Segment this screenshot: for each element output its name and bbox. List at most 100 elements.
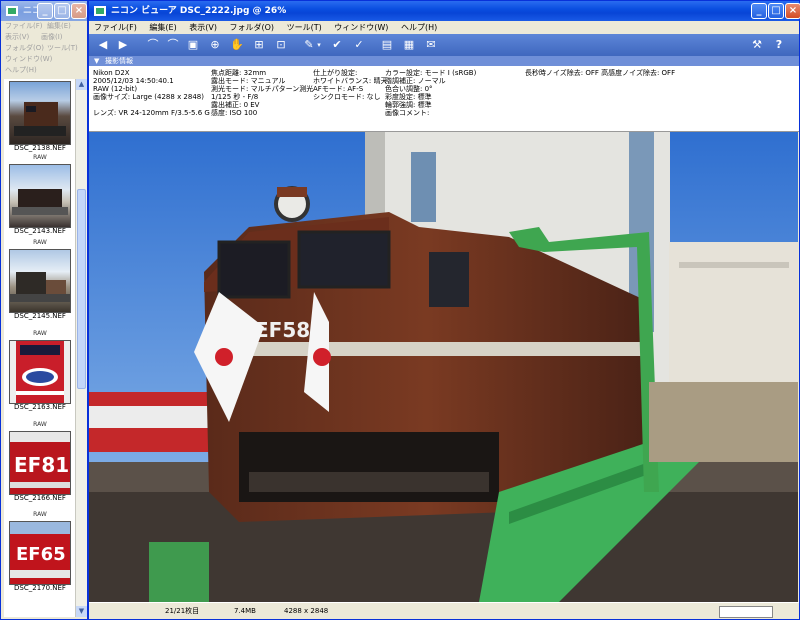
viewer-window-titlebar[interactable]: ニコン ビューア DSC_2222.jpg @ 26%: [89, 1, 799, 21]
info-line: Nikon D2X: [93, 69, 130, 77]
collapse-icon[interactable]: ▼: [94, 56, 99, 66]
fit-screen-icon[interactable]: ▣: [185, 37, 201, 53]
thumbnail-filename: DSC_2170.NEF: [14, 584, 66, 592]
menu-tools[interactable]: ツール(T): [47, 43, 78, 54]
info-line: 画像サイズ: Large (4288 x 2848): [93, 93, 204, 101]
info-line: 焦点距離: 32mm: [211, 69, 267, 77]
zoom-icon[interactable]: ⊕: [207, 37, 223, 53]
menu-tools[interactable]: ツール(T): [282, 21, 327, 35]
menu-bar: ファイル(F) 編集(E) 表示(V) フォルダ(O) ツール(T) ウィンドウ…: [89, 21, 799, 35]
check-circle-icon[interactable]: ✓: [351, 37, 367, 53]
rotate-right-icon[interactable]: ⌒: [165, 37, 181, 53]
menu-folder[interactable]: フォルダ(O): [5, 43, 44, 54]
info-line: ホワイトバランス: 晴天: [313, 77, 388, 85]
thumbnail-image: EF65: [9, 521, 71, 585]
status-progress-box: [719, 606, 773, 618]
info-line: [93, 101, 210, 109]
viewer-window: ニコン ビューア DSC_2222.jpg @ 26% _ □ × ファイル(F…: [88, 0, 800, 620]
raw-label: RAW: [33, 421, 47, 428]
thumbnail-filename: DSC_2143.NEF: [14, 227, 66, 235]
back-arrow-icon[interactable]: ◀: [95, 37, 111, 53]
close-button[interactable]: ×: [71, 3, 87, 19]
actual-size-icon[interactable]: ⊞: [251, 37, 267, 53]
info-column-camera: Nikon D2X 2005/12/03 14:50:40.1 RAW (12-…: [93, 69, 210, 117]
menu-edit[interactable]: 編集(E): [47, 21, 71, 32]
locomotive-photo: EF58: [89, 132, 798, 602]
info-line: 2005/12/03 14:50:40.1: [93, 77, 174, 85]
rotate-left-icon[interactable]: ⌒: [145, 37, 161, 53]
menu-help[interactable]: ヘルプ(H): [396, 21, 442, 35]
info-line: AFモード: AF-S: [313, 85, 364, 93]
status-file-size: 7.4MB: [234, 607, 256, 615]
info-line: RAW (12-bit): [93, 85, 138, 93]
thumbnail-image: [9, 249, 71, 313]
status-bar: 21/21枚目 7.4MB 4288 x 2848: [89, 602, 799, 619]
main-photo[interactable]: EF58: [89, 132, 798, 602]
thumbnail-image: [9, 81, 71, 145]
info-line: シンクロモード: なし: [313, 93, 381, 101]
raw-label: RAW: [33, 511, 47, 518]
raw-label: RAW: [33, 154, 47, 161]
info-column-color: カラー設定: モード I (sRGB) 階調補正: ノーマル 色合い調整: 0°…: [385, 69, 476, 117]
info-line: 階調補正: ノーマル: [385, 77, 446, 85]
menu-file[interactable]: ファイル(F): [89, 21, 142, 35]
info-line: カラー設定: モード I (sRGB): [385, 69, 477, 77]
thumbnail-filename: DSC_2166.NEF: [14, 494, 66, 502]
hand-tool-icon[interactable]: ✋: [229, 37, 245, 53]
maximize-button[interactable]: □: [54, 3, 70, 19]
shooting-info-panel: Nikon D2X 2005/12/03 14:50:40.1 RAW (12-…: [89, 66, 799, 132]
info-line: 感度: ISO 100: [211, 109, 258, 117]
app-icon: [6, 6, 18, 16]
thumbnail-scrollbar[interactable]: ▲ ▼: [75, 79, 87, 617]
info-line: 1/125 秒 - F/8: [211, 93, 259, 101]
info-line: 測光モード: マルチパターン測光: [211, 85, 314, 93]
info-column-settings: 仕上がり設定: ホワイトバランス: 晴天 AFモード: AF-S シンクロモード…: [313, 69, 387, 101]
menu-folder[interactable]: フォルダ(O): [225, 21, 280, 35]
menu-window[interactable]: ウィンドウ(W): [329, 21, 393, 35]
info-panel-header[interactable]: ▼ 撮影情報: [89, 56, 799, 66]
menu-image[interactable]: 画像(I): [41, 32, 63, 43]
menu-file[interactable]: ファイル(F): [5, 21, 43, 32]
raw-label: RAW: [33, 330, 47, 337]
thumbnail-filename: DSC_2138.NEF: [14, 144, 66, 152]
document-icon[interactable]: ▤: [379, 37, 395, 53]
menu-edit[interactable]: 編集(E): [144, 21, 181, 35]
full-screen-icon[interactable]: ⊡: [273, 37, 289, 53]
minimize-button[interactable]: _: [37, 3, 53, 19]
thumbnail-list[interactable]: DSC_2138.NEF RAW DSC_2143.NEF RAW DSC_21…: [4, 79, 75, 617]
menu-help[interactable]: ヘルプ(H): [5, 65, 37, 76]
menu-view[interactable]: 表示(V): [5, 32, 29, 43]
check-icon[interactable]: ✔: [329, 37, 345, 53]
dropdown-arrow-icon[interactable]: ▾: [315, 37, 323, 53]
slideshow-icon[interactable]: ▦: [401, 37, 417, 53]
scroll-thumb[interactable]: [77, 189, 86, 389]
settings-tools-icon[interactable]: ⚒: [749, 37, 765, 53]
info-line: 画像コメント:: [385, 109, 430, 117]
thumbnail-image: EF81: [9, 431, 71, 495]
forward-arrow-icon[interactable]: ▶: [115, 37, 131, 53]
menu-window[interactable]: ウィンドウ(W): [5, 54, 52, 65]
mail-icon[interactable]: ✉: [423, 37, 439, 53]
info-column-exposure: 焦点距離: 32mm 露出モード: マニュアル 測光モード: マルチパターン測光…: [211, 69, 313, 117]
info-line: 彩度設定: 標準: [385, 93, 432, 101]
toolbar: ◀ ▶ ⌒ ⌒ ▣ ⊕ ✋ ⊞ ⊡ ✎ ▾ ✔ ✓ ▤ ▦ ✉ ⚒ ?: [89, 34, 799, 56]
minimize-button[interactable]: _: [751, 3, 767, 19]
help-icon[interactable]: ?: [771, 37, 787, 53]
menu-view[interactable]: 表示(V): [184, 21, 222, 35]
scroll-down-icon[interactable]: ▼: [76, 606, 87, 617]
info-panel-title: 撮影情報: [105, 57, 133, 65]
maximize-button[interactable]: □: [768, 3, 784, 19]
info-line: 露出補正: 0 EV: [211, 101, 260, 109]
thumbnail-filename: DSC_2145.NEF: [14, 312, 66, 320]
info-line: 露出モード: マニュアル: [211, 77, 286, 85]
svg-text:EF81: EF81: [14, 453, 69, 477]
scroll-up-icon[interactable]: ▲: [76, 79, 87, 90]
info-line: 輪郭強調: 標準: [385, 101, 432, 109]
close-button[interactable]: ×: [785, 3, 800, 19]
info-line: レンズ: VR 24-120mm F/3.5-5.6 G: [93, 109, 210, 117]
status-dimensions: 4288 x 2848: [284, 607, 329, 615]
info-line: 仕上がり設定:: [313, 69, 358, 77]
thumbnail-image: [9, 164, 71, 228]
info-line: 長秒時ノイズ除去: OFF 高感度ノイズ除去: OFF: [525, 69, 676, 77]
info-column-noise: 長秒時ノイズ除去: OFF 高感度ノイズ除去: OFF: [525, 69, 675, 77]
